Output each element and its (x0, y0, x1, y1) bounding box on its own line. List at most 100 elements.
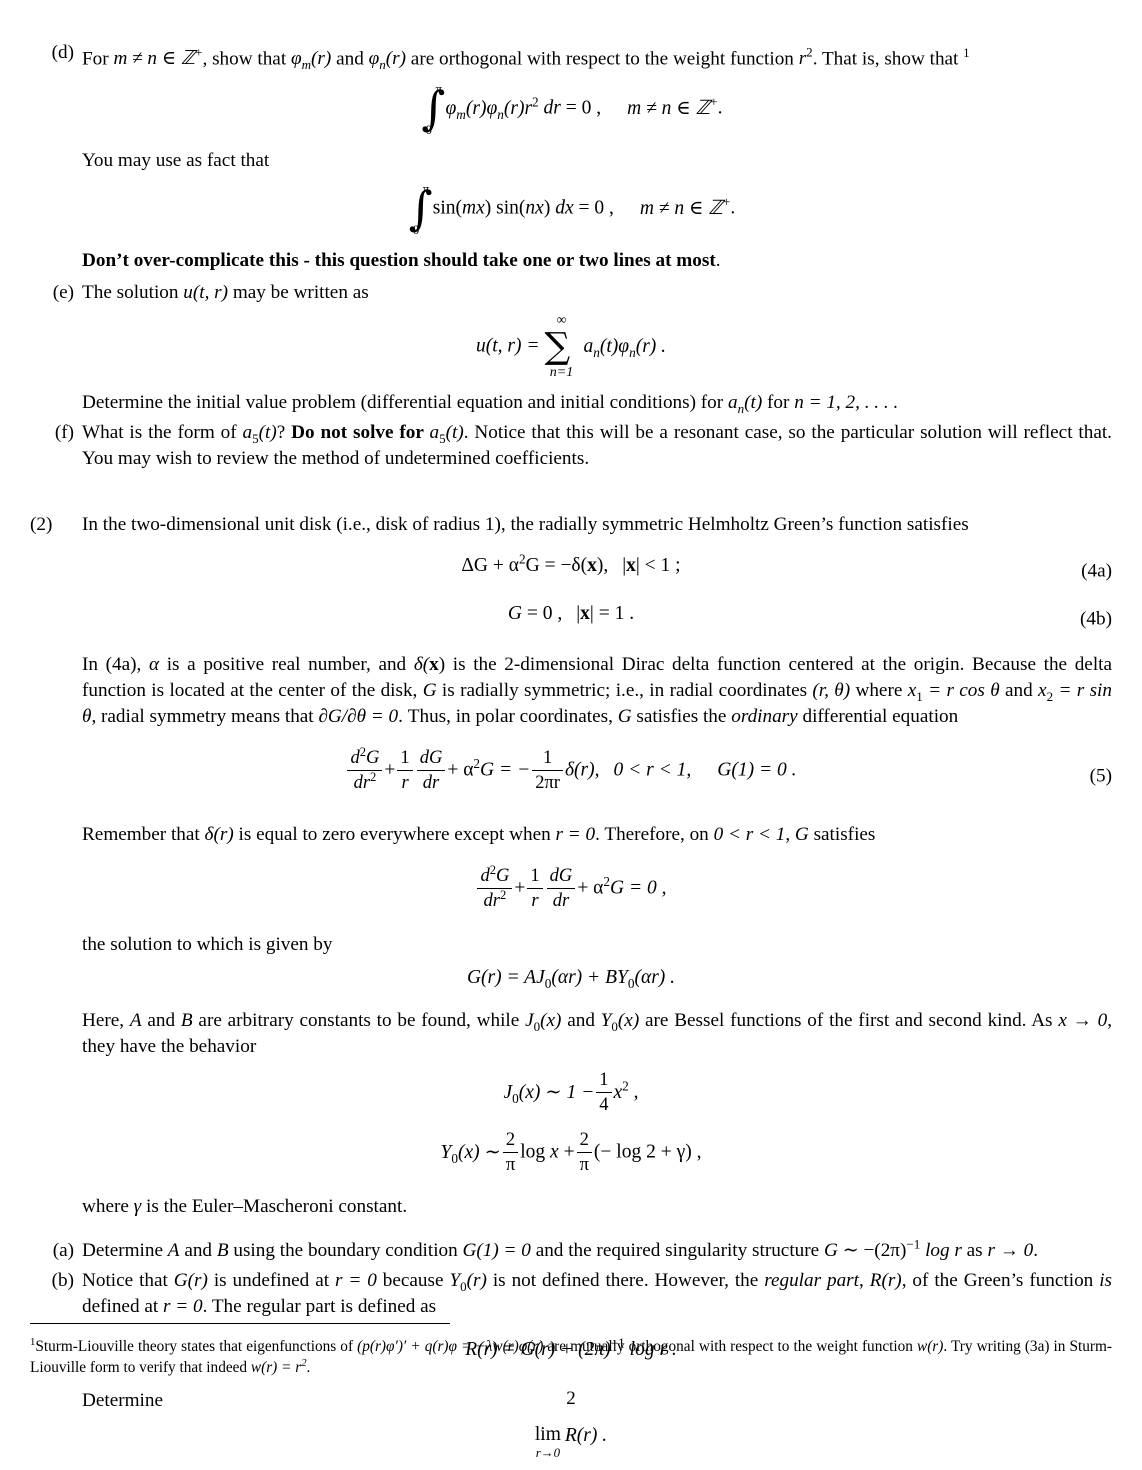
integral2-lower-limit: 0 (412, 222, 420, 238)
part-d-line1-pre: For (82, 48, 114, 70)
p2b-is: is (1099, 1270, 1113, 1292)
p4-J-arg: (x) (540, 1010, 562, 1032)
eq5-num4: 1 (532, 747, 563, 771)
p2a-l2sup: −1 (906, 1237, 921, 1252)
eq4a-body: ΔG + α2G = −δ(x), (461, 551, 608, 577)
phi-m-sub: m (301, 57, 312, 73)
problem-2-paragraph-2: Remember that δ(r) is equal to zero ever… (30, 822, 1112, 848)
item-label-d: (d) (51, 42, 74, 63)
eq6-num3: dG (546, 865, 576, 889)
p4-Y0x: Y0(x) (601, 1010, 640, 1033)
part-f-bold: Do not solve for (291, 422, 430, 444)
part-d-line1-post: are orthogonal with respect to the weigh… (406, 48, 799, 70)
eq4a-sup: 2 (518, 551, 526, 567)
sum-tail: (r) . (635, 335, 667, 357)
warning-period: . (715, 250, 721, 272)
eq5-dr: dr (353, 771, 371, 793)
eqJ0-rhs: (x) ∼ 1 − (518, 1081, 595, 1103)
footnote-math-2: w(r) (917, 1338, 944, 1355)
footnote-a: Sturm-Liouville theory states that eigen… (35, 1338, 358, 1355)
part-e-pre: The solution (82, 282, 184, 304)
eqJ0-x: x (613, 1081, 623, 1103)
p2b-comma: , (859, 1270, 870, 1292)
eq4a-vector-x: x (587, 555, 597, 577)
eqJ0-frac-num: 1 (596, 1069, 612, 1093)
eq6-tail: G = 0 , (610, 877, 667, 899)
p1-l: differential equation (797, 706, 959, 728)
p4-e: are Bessel functions of the first and se… (639, 1010, 1059, 1032)
eq5-G-equals: G = − (480, 759, 531, 781)
sum-a: a (583, 335, 594, 357)
phi-n-symbol: φ (368, 48, 380, 70)
integrand-phi-m: φ (445, 97, 457, 119)
p2-e: satisfies (808, 824, 876, 846)
eq5-dr-sup: 2 (370, 769, 377, 784)
eqY0-two-over-pi-2: 2 π (576, 1129, 592, 1175)
sine-equals: = 0 , (578, 197, 614, 219)
eq5-G: G (366, 747, 380, 769)
p2b-Y: Y (449, 1270, 461, 1292)
integral-lower-limit: 0 (425, 122, 433, 138)
list-item-problem-2: (2) In the two-dimensional unit disk (i.… (30, 512, 1112, 538)
p2-delta: δ(r) (204, 824, 234, 846)
p1-i: , radial symmetry means that (91, 706, 319, 728)
eq5-d: d (350, 747, 360, 769)
a-n-sym: a (727, 392, 738, 414)
p2a-G-sim: G ∼ (823, 1240, 859, 1262)
determine-ivp-line: Determine the initial value problem (dif… (30, 390, 1112, 416)
p2b-Y-arg: (r) (466, 1270, 487, 1292)
n-values: n = 1, 2, . . . . (794, 392, 899, 414)
a5-first-arg: (t) (258, 422, 277, 444)
integrand-tail: (r)r (503, 97, 533, 119)
eqJ0-frac-den: 4 (599, 1093, 609, 1115)
eq6-d: d (480, 865, 490, 887)
footnote-math-1: (p(r)φ′)′ + q(r)φ = −λw(r)φ(r) (357, 1338, 544, 1355)
summation-symbol: ∞ ∑ n=1 (542, 314, 582, 380)
p2a-mid: using the boundary condition (228, 1240, 463, 1262)
footnote-b: are mutually orthogonal with respect to … (543, 1338, 917, 1355)
p2a-l2b: log r (920, 1240, 962, 1262)
eq6-den1: dr2 (477, 887, 512, 911)
p2b-Rr: R(r) (869, 1270, 902, 1292)
p1-e: where (850, 680, 908, 702)
item-label-problem-2: (2) (30, 514, 53, 536)
phi-m-arg: (r) (311, 48, 332, 70)
p2b-r0b: r = 0 (162, 1296, 203, 1318)
sum-lower-limit: n=1 (549, 365, 574, 381)
footnote-separator-rule (30, 1323, 450, 1324)
item-2a-text: Determine A and B using the boundary con… (82, 1238, 1112, 1264)
p2b-mid3: is not defined there. However, the (486, 1270, 765, 1292)
p1-x1-expr: x1 = r cos θ (907, 680, 1000, 703)
eq4b-abs-close: | = 1 . (589, 603, 635, 625)
eq6-dG-dr: dG dr (546, 865, 576, 911)
p4-J0x: J0(x) (525, 1010, 562, 1033)
p2-r0: r = 0 (555, 824, 596, 846)
eq7-mid: (αr) + BY (551, 967, 628, 989)
eq4a-cond-vector: x (626, 555, 636, 577)
problem-2-intro: In the two-dimensional unit disk (i.e., … (82, 514, 969, 536)
sum-term: an(t)φn(r) . (583, 335, 667, 360)
problem-2-paragraph-4: Here, A and B are arbitrary constants to… (30, 1008, 1112, 1060)
part-f-question: ? (276, 422, 292, 444)
sum-a-sub: n (593, 344, 600, 360)
eqJ0-lhs-group: J0(x) ∼ 1 − (503, 1081, 595, 1104)
eq5-d2G-dr2: d2G dr2 (347, 746, 383, 793)
warning-bold-text: Don’t over-complicate this - this questi… (82, 250, 716, 272)
eqY0-log-x: log x + (520, 1141, 575, 1163)
limit-body: R(r) . (564, 1424, 608, 1446)
integrand-cond: m ≠ n ∈ ℤ+ (627, 95, 717, 119)
fact-intro: You may use as fact that (82, 150, 270, 172)
equation-number-5: (5) (1089, 765, 1112, 787)
solution-intro: the solution to which is given by (82, 934, 333, 956)
part-e-post: may be written as (228, 282, 369, 304)
eq6-dr-sup: 2 (500, 887, 507, 902)
p2-G: G (794, 824, 809, 846)
p1-x1: x (907, 680, 917, 702)
integral-symbol-1: π ∫ 0 (420, 82, 446, 138)
eqY0-lhs-group: Y0(x) ∼ (441, 1142, 501, 1164)
p4-J: J (525, 1010, 534, 1032)
eq5-den3: dr (422, 771, 440, 793)
weight-r2: r2 (799, 46, 813, 69)
expansion-lhs: u(t, r) = (475, 335, 540, 357)
eq4b-body: G = 0 , (507, 603, 563, 625)
